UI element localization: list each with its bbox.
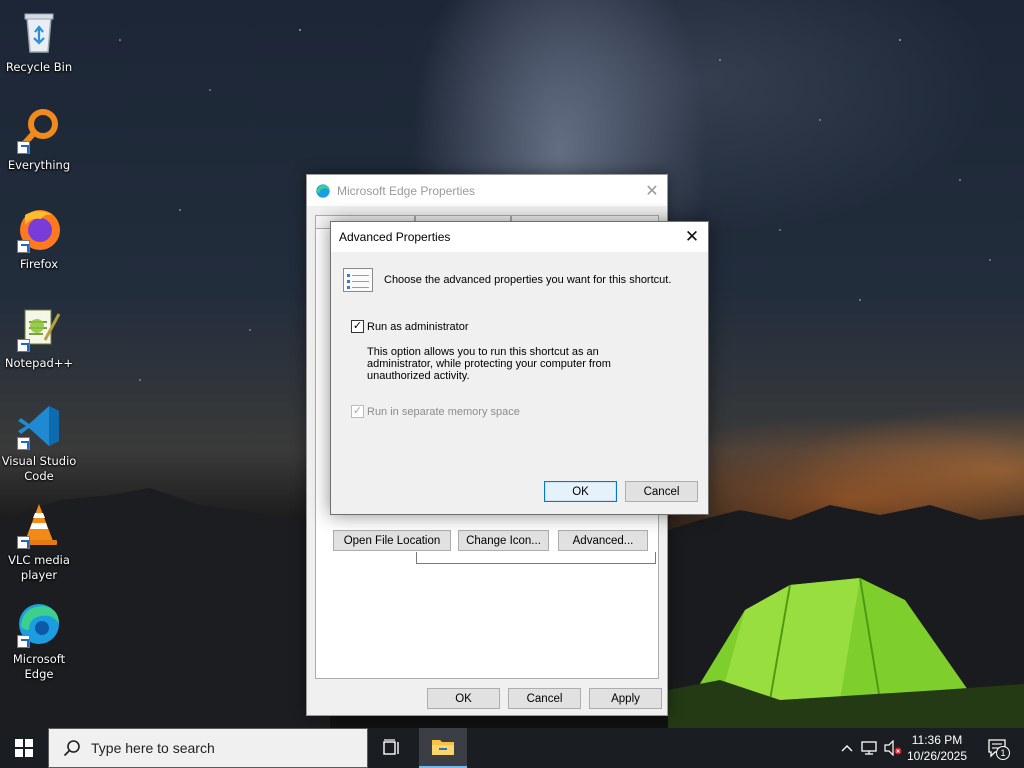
windows-logo-icon [15, 739, 33, 757]
ok-button[interactable]: OK [427, 688, 500, 709]
run-as-admin-checkbox[interactable]: ✓ [351, 320, 364, 333]
clock-date: 10/26/2025 [906, 749, 968, 763]
shortcut-arrow-icon [17, 536, 30, 549]
vlc-icon [15, 501, 63, 549]
open-file-location-button[interactable]: Open File Location [333, 530, 451, 551]
desktop-icon-firefox[interactable]: Firefox [0, 205, 78, 272]
everything-search-icon [15, 106, 63, 154]
close-icon[interactable]: ✕ [637, 175, 667, 206]
desktop-icon-label: VLC media player [8, 553, 70, 582]
notification-center-button[interactable]: 1 [980, 728, 1016, 768]
folder-icon [432, 740, 454, 755]
close-icon[interactable]: ✕ [676, 222, 708, 252]
ok-button[interactable]: OK [544, 481, 617, 502]
properties-titlebar[interactable]: Microsoft Edge Properties ✕ [307, 175, 667, 206]
taskbar-clock[interactable]: 11:36 PM 10/26/2025 [902, 732, 972, 764]
advanced-button[interactable]: Advanced... [558, 530, 648, 551]
shortcut-arrow-icon [17, 339, 30, 352]
notification-count-badge: 1 [996, 746, 1010, 760]
edge-icon [15, 600, 63, 648]
notepad-plus-plus-icon [15, 304, 63, 352]
cancel-button[interactable]: Cancel [508, 688, 581, 709]
taskbar: Type here to search 11:36 PM 10/26/2025 … [0, 728, 1024, 768]
run-as-admin-description: This option allows you to run this short… [367, 346, 611, 382]
advanced-properties-dialog: Advanced Properties ✕ Choose the advance… [330, 221, 709, 515]
desktop-icon-label: Microsoft Edge [12, 652, 66, 681]
dialog-title: Advanced Properties [339, 230, 451, 244]
cancel-button[interactable]: Cancel [625, 481, 698, 502]
file-explorer-taskbar-button[interactable] [419, 728, 467, 768]
taskbar-search-box[interactable]: Type here to search [48, 728, 368, 768]
desktop-icon-label: Recycle Bin [5, 60, 73, 74]
shortcut-arrow-icon [17, 141, 30, 154]
desktop-icon-recycle-bin[interactable]: Recycle Bin [0, 8, 78, 75]
network-icon [861, 741, 877, 755]
properties-list-icon [343, 268, 373, 292]
desktop-icon-label: Visual Studio Code [1, 454, 77, 483]
network-tray-button[interactable] [859, 728, 881, 768]
advanced-titlebar[interactable]: Advanced Properties ✕ [331, 222, 708, 252]
dialog-prompt: Choose the advanced properties you want … [384, 274, 672, 286]
run-as-admin-label: Run as administrator [367, 320, 469, 333]
volume-tray-button[interactable] [882, 728, 904, 768]
show-hidden-icons-button[interactable] [836, 728, 858, 768]
start-button[interactable] [0, 728, 48, 768]
search-placeholder: Type here to search [91, 740, 215, 756]
volume-muted-icon [884, 740, 902, 756]
separate-memory-label: Run in separate memory space [367, 405, 520, 418]
apply-button[interactable]: Apply [589, 688, 662, 709]
separate-memory-option: ✓ Run in separate memory space [351, 405, 520, 418]
clock-time: 11:36 PM [911, 733, 963, 747]
shortcut-arrow-icon [17, 240, 30, 253]
change-icon-button[interactable]: Change Icon... [458, 530, 549, 551]
desktop-icon-edge[interactable]: Microsoft Edge [0, 600, 78, 682]
recycle-bin-icon [15, 8, 63, 56]
separate-memory-checkbox: ✓ [351, 405, 364, 418]
edge-icon [315, 183, 331, 199]
vscode-icon [15, 402, 63, 450]
desktop-icon-vlc[interactable]: VLC media player [0, 501, 78, 583]
run-as-admin-option[interactable]: ✓ Run as administrator [351, 320, 469, 333]
desktop-icon-label: Firefox [19, 257, 59, 271]
desktop-icon-label: Everything [7, 158, 71, 172]
desktop-icon-everything[interactable]: Everything [0, 106, 78, 173]
window-title: Microsoft Edge Properties [337, 183, 476, 198]
comment-field[interactable] [416, 552, 656, 564]
shortcut-arrow-icon [17, 437, 30, 450]
search-icon [63, 740, 80, 757]
shortcut-arrow-icon [17, 635, 30, 648]
chevron-up-icon [841, 745, 853, 752]
task-view-icon [383, 739, 399, 755]
task-view-button[interactable] [372, 728, 412, 768]
desktop-icon-label: Notepad++ [4, 356, 74, 370]
firefox-icon [15, 205, 63, 253]
system-tray: 11:36 PM 10/26/2025 1 [824, 728, 1024, 768]
desktop-icon-notepad-plus-plus[interactable]: Notepad++ [0, 304, 78, 371]
desktop-icon-vscode[interactable]: Visual Studio Code [0, 402, 78, 484]
